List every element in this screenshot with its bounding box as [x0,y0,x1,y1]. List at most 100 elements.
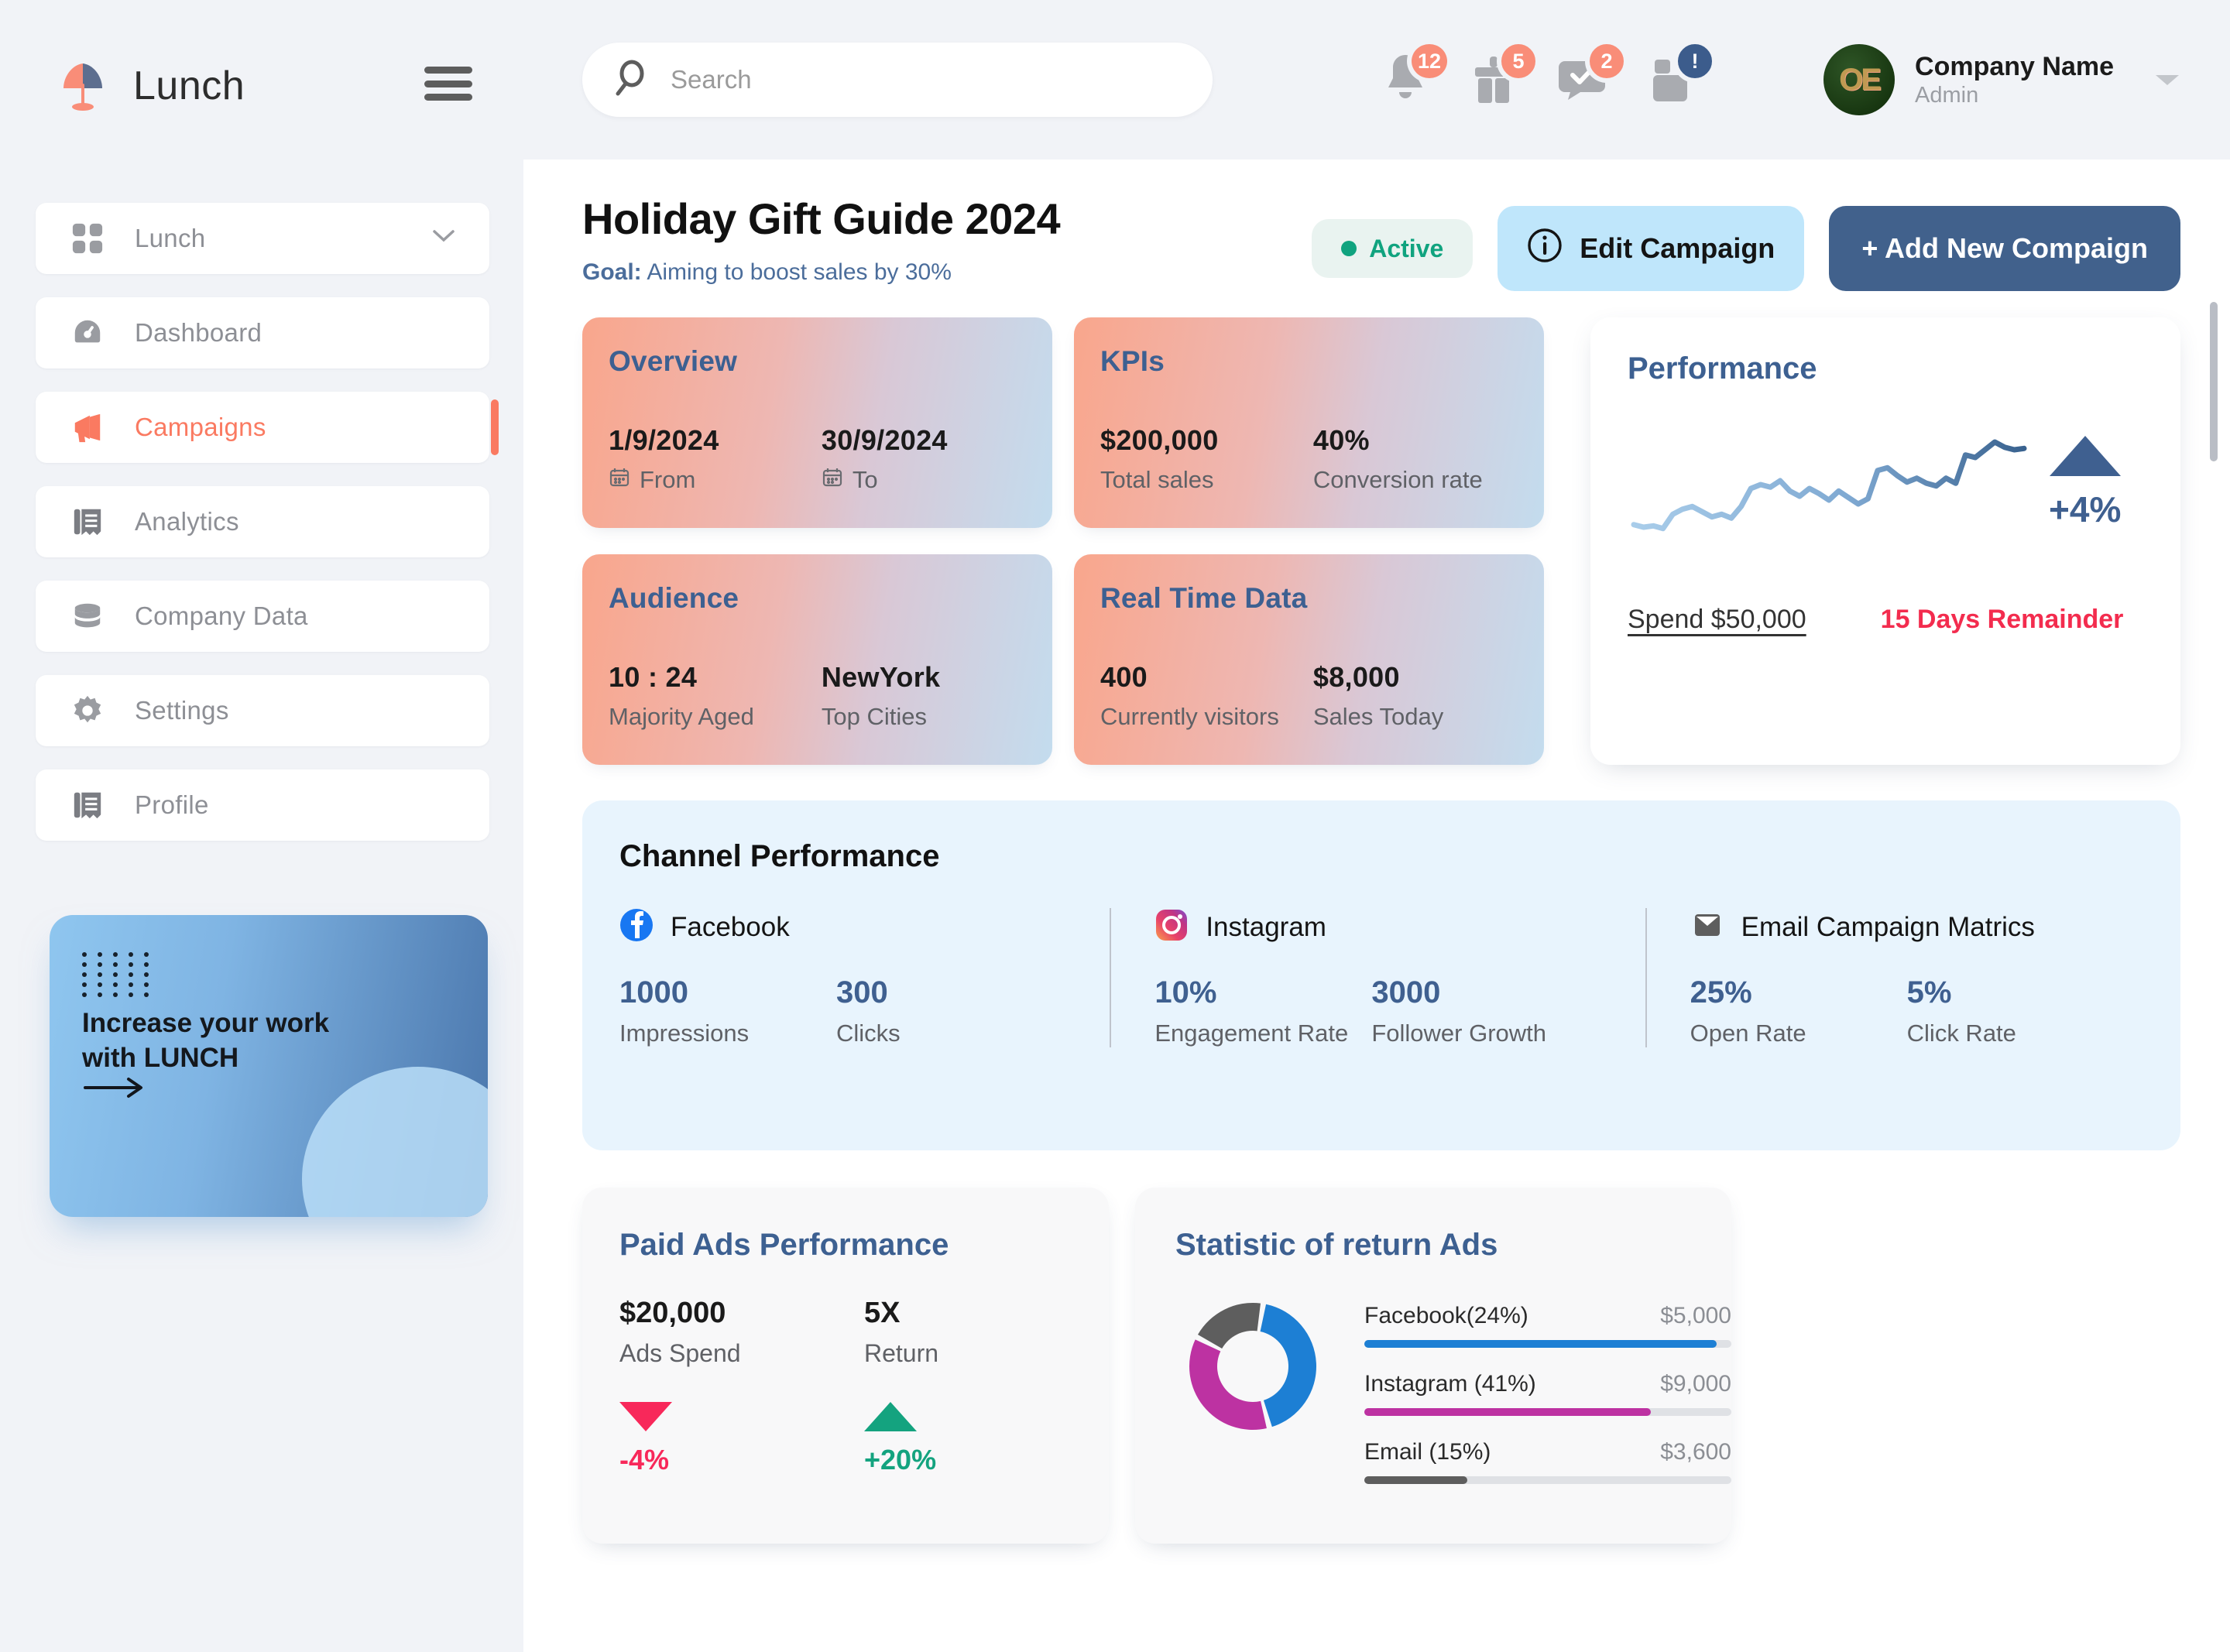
channel-stat-label: Open Rate [1690,1020,1806,1047]
sidebar-item-label: Company Data [135,602,308,630]
legend-bar-track [1364,1408,1731,1416]
bottom-section: Paid Ads Performance $20,000 Ads Spend -… [582,1188,2180,1544]
stat-card-overview: Overview 1/9/2024 From 30/9/2024 To [582,317,1052,528]
channel-stat-value: 1000 [619,975,688,1009]
profile-doc-icon [68,786,107,824]
stat-label-text: Conversion rate [1312,466,1483,493]
stat-label: Majority Aged [609,703,822,731]
instagram-icon [1154,908,1189,946]
channel-name: Instagram [1206,911,1326,942]
add-new-campaign-button[interactable]: + Add New Compaign [1829,206,2180,291]
chevron-down-icon[interactable] [2154,72,2180,87]
notification-gift-button[interactable]: 5 [1466,39,1541,111]
channel-stat-value: 5% [1906,975,1952,1009]
donut-slice [1260,1304,1316,1428]
chevron-down-icon[interactable] [432,229,455,243]
stat-value: $200,000 [1100,424,1219,456]
legend-label: Email (15%) [1364,1439,1491,1465]
stat-value: 40% [1312,424,1370,456]
speedometer-icon [68,314,107,352]
sidebar-item-profile[interactable]: Profile [36,769,489,841]
channel-performance-card: Channel Performance Facebook 1000 Impres… [582,800,2180,1150]
edit-campaign-label: Edit Campaign [1580,232,1775,264]
sidebar-item-label: Campaigns [135,413,266,441]
sidebar-item-settings[interactable]: Settings [36,675,489,746]
return-ads-title: Statistic of return Ads [1175,1228,1498,1262]
info-circle-icon [1527,228,1563,270]
edit-campaign-button[interactable]: Edit Campaign [1498,206,1805,291]
add-new-campaign-label: + Add New Compaign [1861,232,2148,264]
paid-ads-value: 5X [864,1297,901,1329]
stat-value: 1/9/2024 [609,424,719,456]
legend-bar-fill [1364,1476,1467,1484]
badge-count: ! [1673,39,1717,83]
channel-stat: 300 Clicks [836,975,1053,1047]
legend-amount: $3,600 [1660,1439,1731,1465]
paid-ads-label: Ads Spend [619,1339,741,1367]
channel-stat: 5% Click Rate [1907,975,2124,1047]
stat-card-title: Overview [609,345,738,377]
page-actions: Active Edit Campaign + Add New Compaign [1312,194,2180,291]
account-menu[interactable]: OE Company Name Admin [1823,44,2180,115]
search-input[interactable]: Search [582,43,1213,117]
content-scrollbar[interactable] [2210,302,2218,461]
email-icon [1690,908,1724,946]
stat-card-kpis: KPIs $200,000 Total sales 40% Conversion… [1074,317,1544,528]
search-placeholder: Search [671,65,752,94]
legend-item: Email (15%) $3,600 [1364,1439,1731,1484]
calendar-icon [609,466,630,494]
stat-card-real-time-data: Real Time Data 400 Currently visitors $8… [1074,554,1544,765]
sidebar-item-lunch[interactable]: Lunch [36,203,489,274]
channel-stat-label: Clicks [836,1020,901,1047]
performance-spend[interactable]: Spend $50,000 [1628,605,1806,635]
legend-label: Instagram (41%) [1364,1371,1536,1397]
stat-label-text: Currently visitors [1100,703,1279,730]
sidebar-item-label: Lunch [135,224,206,252]
channel-block-facebook: Facebook 1000 Impressions 300 Clicks [619,908,1110,1047]
stat-label-text: Total sales [1100,466,1214,493]
channel-stat-value: 10% [1154,975,1217,1009]
sidebar-item-dashboard[interactable]: Dashboard [36,297,489,368]
status-text: Active [1369,234,1444,262]
sidebar-item-label: Analytics [135,507,239,536]
badge-count: 12 [1406,39,1453,83]
paid-ads-card: Paid Ads Performance $20,000 Ads Spend -… [582,1188,1109,1544]
donut-slice [1197,1303,1261,1349]
channel-stat-label: Click Rate [1906,1020,2016,1047]
promo-title: Increase your work with LUNCH [82,1008,330,1073]
brand-name: Lunch [133,63,245,108]
stat-value: NewYork [821,661,941,693]
page-content: Holiday Gift Guide 2024 Goal: Aiming to … [523,159,2230,1652]
promo-card[interactable]: Increase your work with LUNCH [50,915,488,1217]
performance-card: Performance +4% Spend $50,000 15 Days Re… [1590,317,2180,765]
notification-bell-button[interactable]: 12 [1377,39,1453,111]
stat-label: Sales Today [1313,703,1518,731]
performance-delta: +4% [2049,436,2121,530]
channel-stat-label: Impressions [619,1020,750,1047]
notification-message-button[interactable]: 2 [1554,39,1629,111]
notification-group: 12 5 2 ! [1377,39,1717,111]
legend-item: Facebook(24%) $5,000 [1364,1303,1731,1348]
grid-icon [68,219,107,258]
main-area: Search 12 5 2 ! OE Company Name Admin Ho… [523,0,2230,1652]
sidebar-item-company-data[interactable]: Company Data [36,581,489,652]
hamburger-bar [424,67,472,74]
legend-bar-track [1364,1340,1731,1348]
stat-label-text: To [852,466,878,493]
stat-card-title: Real Time Data [1100,582,1308,614]
promo-blob-decoration [302,1067,488,1217]
sidebar-item-campaigns[interactable]: Campaigns [36,392,499,463]
sidebar: Lunch Lunch Dashboard Campaigns Analytic… [0,0,523,1652]
account-name: Company Name [1915,51,2114,81]
arrow-right-icon[interactable] [84,1077,149,1102]
notification-inbox-button[interactable]: ! [1642,39,1717,111]
channel-stat: 3000 Follower Growth [1371,975,1588,1047]
avatar: OE [1823,44,1896,115]
hamburger-menu-icon[interactable] [424,67,472,101]
sidebar-item-label: Dashboard [135,318,262,347]
status-badge: Active [1312,219,1474,278]
page-title: Holiday Gift Guide 2024 [582,194,1061,243]
status-dot-icon [1341,241,1357,256]
sidebar-item-analytics[interactable]: Analytics [36,486,489,557]
stat-label-text: Top Cities [821,703,927,730]
